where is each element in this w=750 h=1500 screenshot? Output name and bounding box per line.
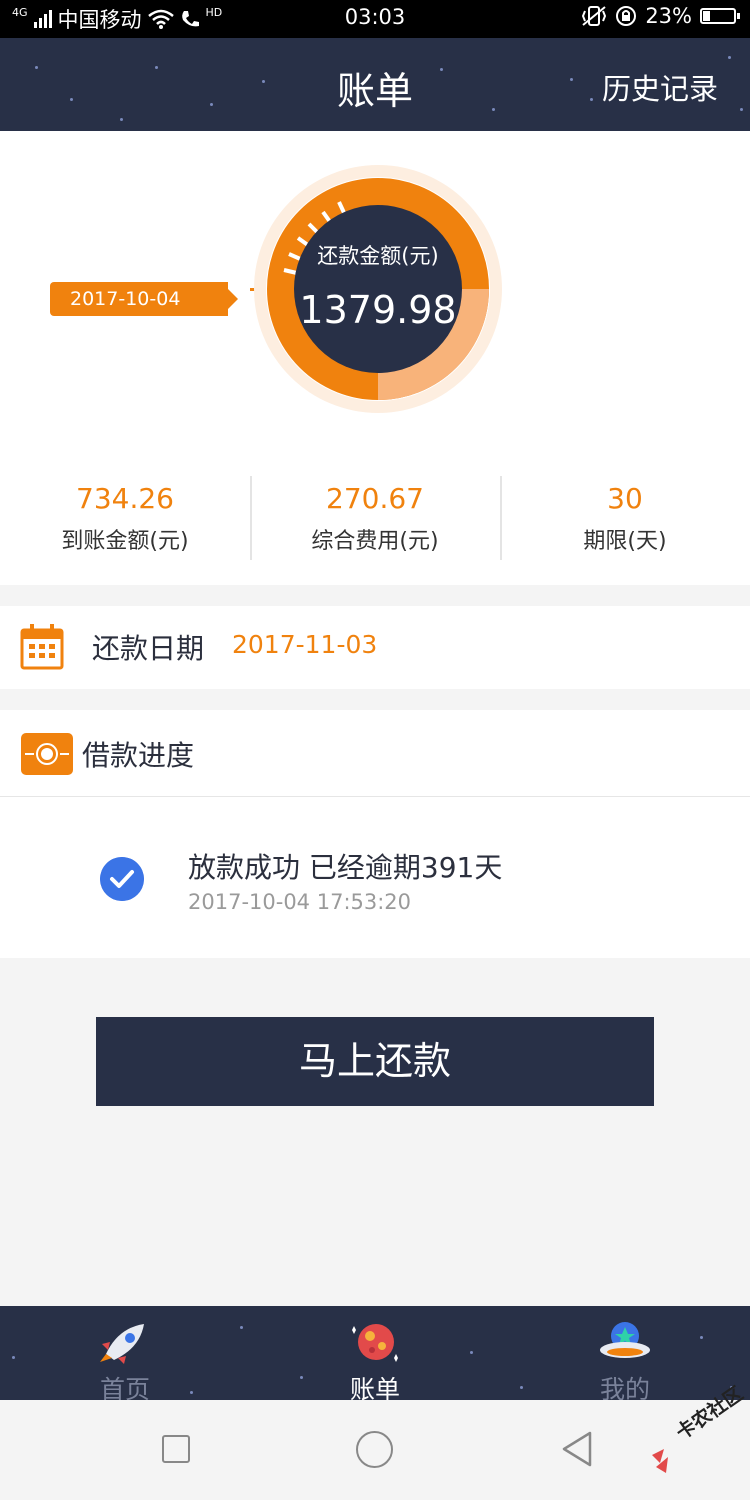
stat-value: 270.67	[326, 482, 424, 515]
stat-label: 期限(天)	[583, 529, 667, 554]
progress-icon	[21, 733, 73, 775]
tab-label: 首页	[99, 1375, 150, 1400]
recent-apps-button[interactable]	[162, 1435, 190, 1463]
planet-icon	[352, 1324, 398, 1362]
vibrate-icon	[582, 6, 607, 26]
check-icon	[100, 857, 144, 901]
progress-step-time: 2017-10-04 17:53:20	[188, 890, 412, 914]
battery-icon	[700, 8, 740, 24]
repayment-date-value: 2017-11-03	[232, 630, 378, 659]
back-icon[interactable]	[560, 1430, 594, 1468]
system-nav-bar	[0, 1400, 750, 1500]
progress-header: 借款进度	[0, 710, 750, 797]
tab-mine[interactable]: 我的	[500, 1306, 750, 1400]
stat-fees: 270.67 综合费用(元)	[250, 476, 500, 561]
ufo-icon	[600, 1322, 650, 1358]
bill-summary-card: 2017-10-04 还款金额(元) 1379.98 734.26 到账金额(元…	[0, 131, 750, 585]
status-bar: 4G 中国移动 HD 03:03 23%	[0, 0, 750, 38]
lock-rotation-icon	[616, 6, 637, 26]
pay-now-button[interactable]: 马上还款	[96, 1017, 654, 1106]
history-link[interactable]: 历史记录	[602, 66, 718, 108]
battery-percent: 23%	[645, 4, 692, 28]
stat-value: 734.26	[76, 482, 174, 515]
stat-term: 30 期限(天)	[500, 476, 750, 561]
progress-title: 借款进度	[82, 739, 195, 772]
home-button[interactable]	[356, 1431, 393, 1468]
repay-amount-value: 1379.98	[299, 288, 457, 332]
repay-amount-label: 还款金额(元)	[317, 244, 439, 268]
rocket-icon	[100, 1324, 144, 1364]
loan-stats: 734.26 到账金额(元) 270.67 综合费用(元) 30 期限(天)	[0, 476, 750, 561]
status-right: 23%	[581, 4, 740, 28]
stat-label: 到账金额(元)	[61, 529, 189, 554]
loan-date-tag: 2017-10-04	[50, 282, 238, 316]
calendar-icon	[20, 624, 64, 670]
tab-label: 账单	[349, 1375, 400, 1400]
tab-home[interactable]: 首页	[0, 1306, 250, 1400]
app-header: 账单 历史记录	[0, 38, 750, 131]
repayment-date-label: 还款日期	[92, 632, 205, 665]
stat-label: 综合费用(元)	[311, 529, 439, 554]
stat-received: 734.26 到账金额(元)	[0, 476, 250, 561]
stat-value: 30	[607, 482, 643, 515]
repayment-date-row: 还款日期 2017-11-03	[0, 606, 750, 689]
bottom-tab-bar: 首页 账单 我的	[0, 1306, 750, 1400]
progress-step-title: 放款成功 已经逾期391天	[188, 851, 503, 884]
loan-progress-card: 借款进度 放款成功 已经逾期391天 2017-10-04 17:53:20	[0, 710, 750, 958]
tab-bill[interactable]: 账单	[250, 1306, 500, 1400]
